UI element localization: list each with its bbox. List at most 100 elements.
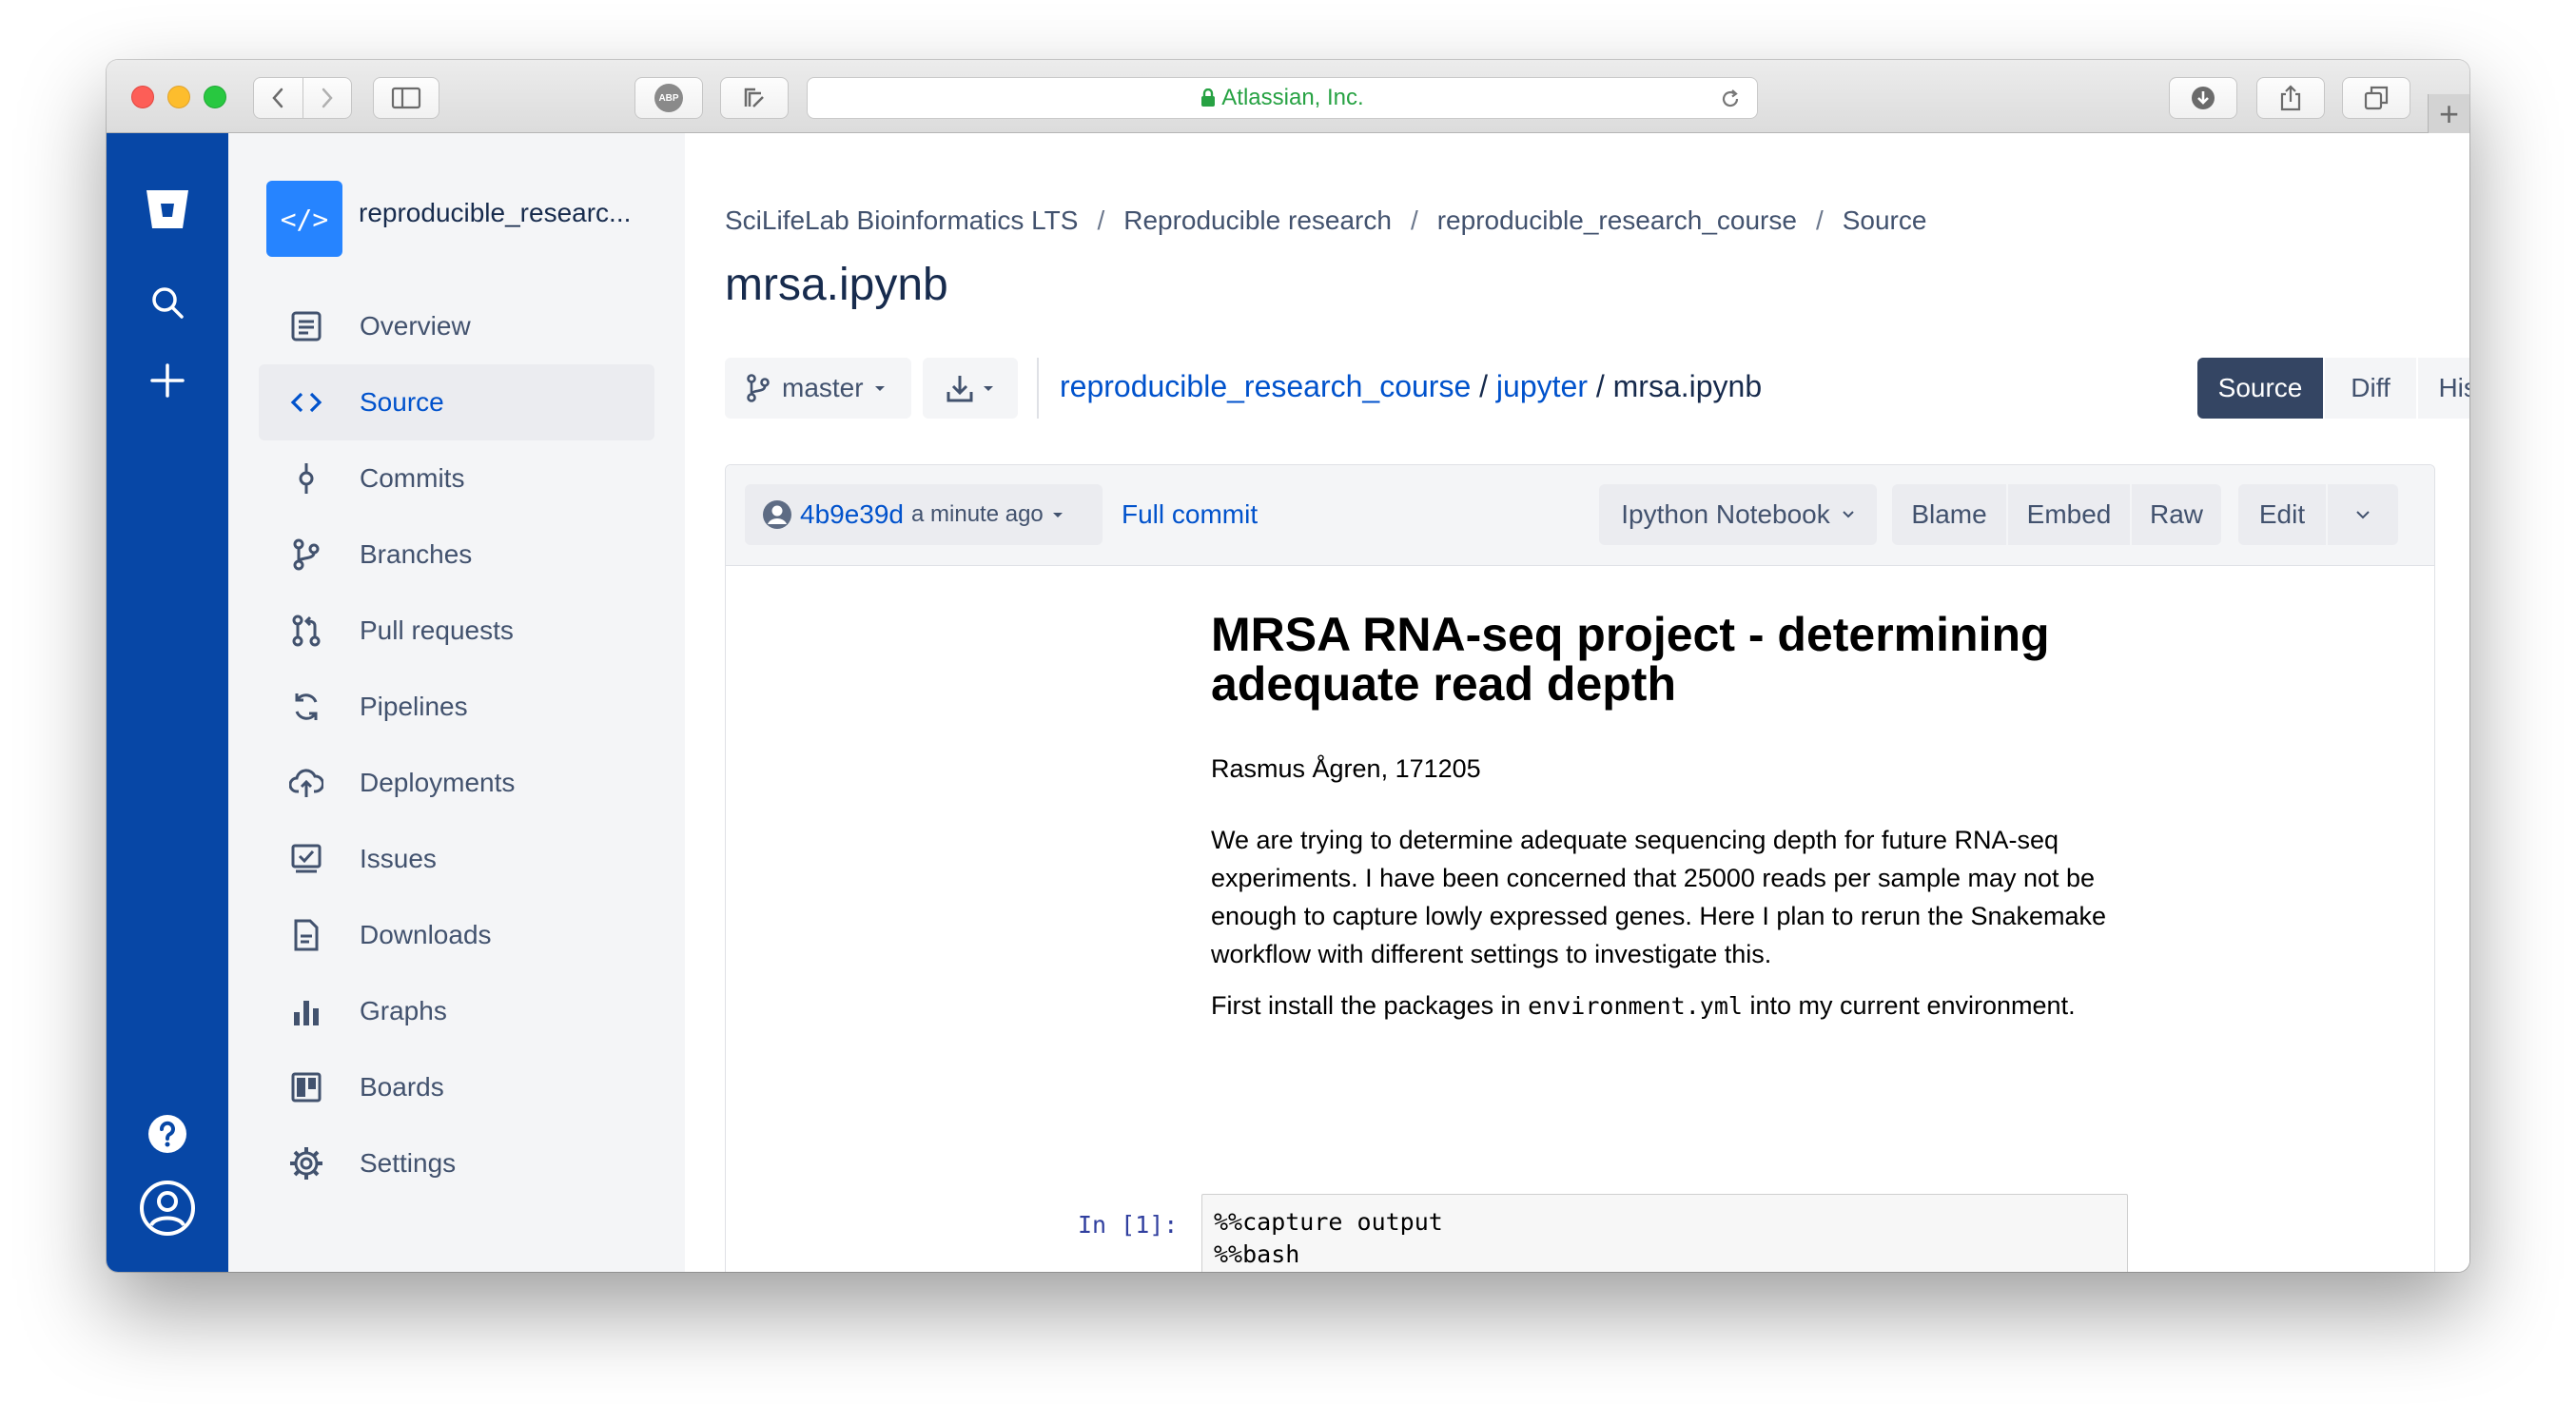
profile-button[interactable] — [107, 1180, 228, 1237]
sidebar-item-branches[interactable]: Branches — [259, 517, 654, 593]
commit-time: a minute ago — [911, 501, 1044, 527]
sidebar-nav: Overview Source Commits Branches Pull re… — [259, 288, 654, 1201]
minimize-window-button[interactable] — [167, 86, 190, 108]
pull-requests-icon — [287, 612, 325, 650]
more-actions-button[interactable] — [2328, 484, 2398, 545]
branch-selector[interactable]: master — [725, 358, 911, 419]
edit-button[interactable]: Edit — [2238, 484, 2326, 545]
code-cell: %%capture output %%bash — [1201, 1194, 2128, 1272]
source-icon — [287, 383, 325, 421]
sidebar-item-issues[interactable]: Issues — [259, 821, 654, 897]
forward-button[interactable] — [303, 78, 352, 118]
blame-button[interactable]: Blame — [1892, 484, 2006, 545]
paragraph-text: into my current environment. — [1742, 991, 2076, 1020]
download-circle-icon — [2192, 87, 2215, 109]
tab-history[interactable]: History — [2418, 358, 2469, 419]
chevron-down-icon — [1052, 513, 1063, 517]
inline-code: environment.yml — [1528, 992, 1743, 1020]
sidebar-item-label: Source — [360, 387, 444, 417]
breadcrumb-item-source[interactable]: Source — [1843, 205, 1927, 236]
tab-diff[interactable]: Diff — [2325, 358, 2416, 419]
new-tab-button[interactable]: + — [2428, 94, 2469, 133]
filepath-folder-link[interactable]: jupyter — [1496, 369, 1588, 403]
adblock-button[interactable]: ABP — [634, 77, 703, 119]
help-button[interactable] — [107, 1113, 228, 1155]
file-path: reproducible_research_course / jupyter /… — [1060, 369, 1762, 404]
filepath-repo-link[interactable]: reproducible_research_course — [1060, 369, 1471, 403]
filepath-file: mrsa.ipynb — [1612, 369, 1763, 403]
sidebar-item-label: Boards — [360, 1072, 444, 1102]
sidebar-item-pull-requests[interactable]: Pull requests — [259, 593, 654, 669]
plus-icon — [150, 363, 185, 398]
sidebar-item-label: Deployments — [360, 768, 516, 797]
tab-source[interactable]: Source — [2197, 358, 2323, 419]
notebook-paragraph: We are trying to determine adequate sequ… — [1211, 826, 2107, 968]
sidebar-toggle-button[interactable] — [373, 77, 439, 119]
raw-button[interactable]: Raw — [2132, 484, 2221, 545]
address-bar[interactable]: Atlassian, Inc. — [807, 77, 1758, 119]
branch-name: master — [782, 373, 864, 402]
chevron-left-icon — [272, 88, 283, 108]
sidebar-item-graphs[interactable]: Graphs — [259, 973, 654, 1049]
repo-avatar[interactable]: </> — [266, 181, 342, 257]
show-tabs-button[interactable] — [2342, 77, 2410, 119]
sidebar-item-label: Overview — [360, 311, 471, 341]
code-line: %%capture output — [1214, 1208, 1443, 1236]
breadcrumb-item-repo[interactable]: reproducible_research_course — [1437, 205, 1797, 236]
main-content: SciLifeLab Bioinformatics LTS / Reproduc… — [685, 133, 2469, 1272]
commit-selector[interactable]: 4b9e39d a minute ago — [745, 484, 1103, 545]
bitbucket-logo-icon — [146, 190, 188, 228]
download-repo-button[interactable] — [923, 358, 1018, 419]
filepath-separator: / — [1471, 369, 1496, 403]
sidebar-item-commits[interactable]: Commits — [259, 440, 654, 517]
global-search-button[interactable] — [107, 283, 228, 322]
file-header: 4b9e39d a minute ago Full commit Ipython… — [726, 465, 2434, 566]
deployments-icon — [287, 764, 325, 802]
share-button[interactable] — [2256, 77, 2325, 119]
branch-icon — [747, 374, 770, 402]
sidebar-item-source[interactable]: Source — [259, 364, 654, 440]
global-create-button[interactable] — [107, 361, 228, 400]
chevron-down-icon — [1843, 511, 1854, 518]
sidebar-item-pipelines[interactable]: Pipelines — [259, 669, 654, 745]
notebook-title: MRSA RNA-seq project - determining adequ… — [1211, 608, 2050, 711]
sidebar-item-label: Issues — [360, 844, 437, 873]
sidebar-item-label: Pull requests — [360, 615, 514, 645]
viewer-selector[interactable]: Ipython Notebook — [1599, 484, 1877, 545]
global-nav — [107, 133, 228, 1272]
bitbucket-logo-button[interactable] — [107, 188, 228, 230]
full-commit-link[interactable]: Full commit — [1122, 499, 1258, 530]
notebook-author: Rasmus Ågren, 171205 — [1211, 754, 1481, 783]
lock-icon — [1201, 88, 1216, 107]
extension-button[interactable] — [720, 77, 789, 119]
maximize-window-button[interactable] — [204, 86, 226, 108]
breadcrumb-item-team[interactable]: SciLifeLab Bioinformatics LTS — [725, 205, 1078, 236]
overview-icon — [287, 307, 325, 345]
back-button[interactable] — [254, 78, 302, 118]
branches-icon — [287, 536, 325, 574]
filepath-separator: / — [1587, 369, 1613, 403]
sidebar-item-overview[interactable]: Overview — [259, 288, 654, 364]
repo-name[interactable]: reproducible_researc... — [359, 198, 663, 228]
sidebar-item-settings[interactable]: Settings — [259, 1125, 654, 1201]
close-window-button[interactable] — [131, 86, 154, 108]
downloads-icon — [287, 916, 325, 954]
boards-icon — [287, 1068, 325, 1106]
embed-button[interactable]: Embed — [2008, 484, 2130, 545]
adblock-icon: ABP — [654, 84, 683, 112]
issues-icon — [287, 840, 325, 878]
sidebar-item-downloads[interactable]: Downloads — [259, 897, 654, 973]
user-avatar-icon — [763, 500, 791, 529]
sidebar-item-boards[interactable]: Boards — [259, 1049, 654, 1125]
sidebar-item-label: Commits — [360, 463, 465, 493]
downloads-button[interactable] — [2169, 77, 2237, 119]
chevron-down-icon — [984, 386, 993, 391]
page-title: mrsa.ipynb — [725, 260, 948, 310]
breadcrumb: SciLifeLab Bioinformatics LTS / Reproduc… — [725, 205, 1926, 236]
breadcrumb-separator: / — [1097, 205, 1105, 235]
reload-icon[interactable] — [1719, 88, 1742, 110]
breadcrumb-item-project[interactable]: Reproducible research — [1123, 205, 1392, 236]
sidebar-item-label: Pipelines — [360, 692, 468, 721]
pipelines-icon — [287, 688, 325, 726]
sidebar-item-deployments[interactable]: Deployments — [259, 745, 654, 821]
